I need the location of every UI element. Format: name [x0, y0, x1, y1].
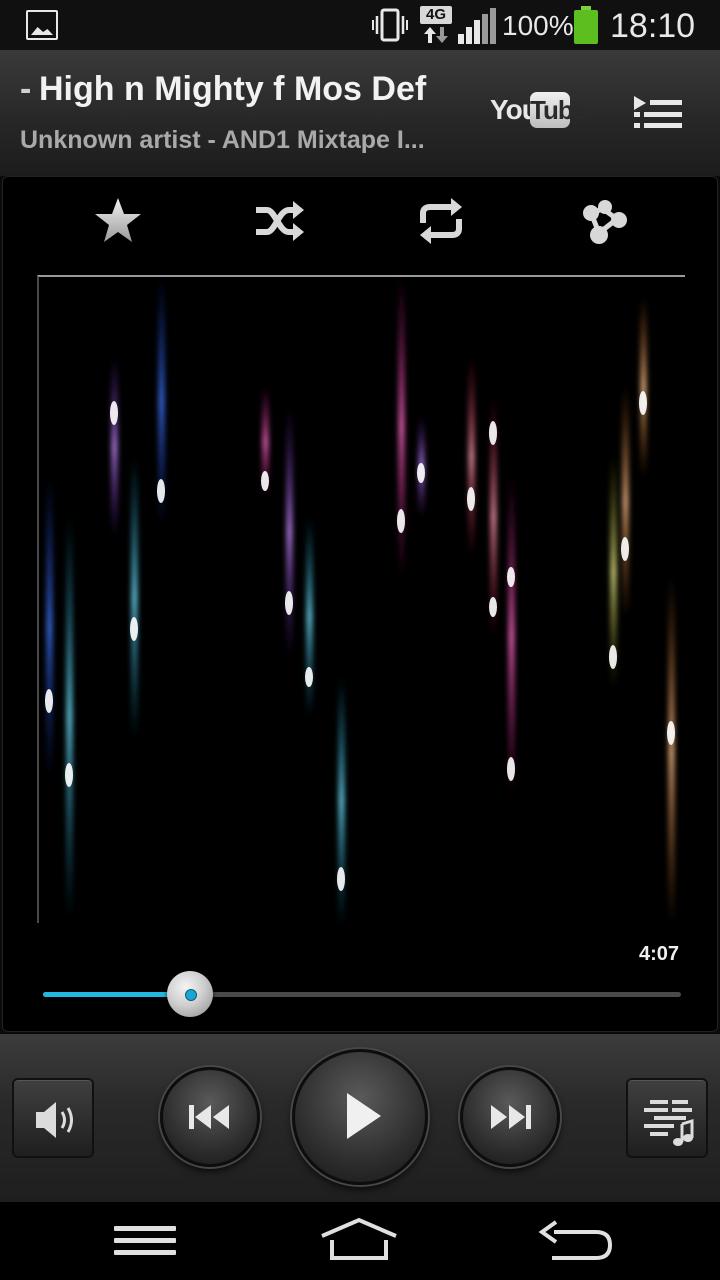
battery-icon: [574, 6, 598, 44]
visualizer[interactable]: [37, 275, 685, 923]
4g-data-icon: 4G: [420, 6, 452, 44]
player-controls-row: [3, 195, 717, 247]
play-icon: [347, 1093, 381, 1139]
vibrate-icon: [372, 8, 408, 42]
status-bar: 4G 100% 18:10: [0, 0, 720, 50]
player-panel: 4:07: [2, 176, 718, 1032]
previous-icon: [189, 1105, 229, 1129]
menu-icon[interactable]: [100, 1214, 190, 1268]
star-icon[interactable]: [92, 195, 144, 247]
visualizer-streaks: [45, 277, 675, 923]
playlist-icon[interactable]: [632, 92, 684, 136]
battery-percent: 100%: [502, 10, 574, 41]
equalizer-button[interactable]: [626, 1078, 708, 1158]
play-button[interactable]: [292, 1049, 428, 1185]
seek-thumb[interactable]: [166, 971, 213, 1017]
clock: 18:10: [610, 7, 696, 45]
next-icon: [491, 1105, 531, 1129]
volume-icon: [36, 1102, 73, 1138]
next-button[interactable]: [460, 1067, 560, 1167]
song-subtitle: Unknown artist - AND1 Mixtape I...: [20, 126, 425, 154]
gallery-notification-icon: [26, 10, 58, 40]
seek-bar[interactable]: [43, 971, 681, 1017]
repeat-icon[interactable]: [415, 195, 467, 247]
equalizer-icon: [644, 1100, 694, 1146]
navigation-bar: [0, 1202, 720, 1280]
track-duration: 4:07: [638, 943, 679, 965]
youtube-logo-tube: Tube: [530, 92, 587, 128]
shuffle-icon[interactable]: [253, 195, 305, 247]
song-title: High n Mighty f Mos Def: [39, 70, 427, 108]
title-prefix: -: [20, 70, 32, 108]
song-title-marquee[interactable]: - High n Mighty f Mos Def: [20, 68, 440, 116]
signal-icon: [458, 8, 496, 44]
volume-button[interactable]: [12, 1078, 94, 1158]
share-icon[interactable]: [577, 195, 629, 247]
now-playing-header: - High n Mighty f Mos Def Unknown artist…: [0, 50, 720, 176]
youtube-button[interactable]: You Tube: [490, 92, 587, 132]
previous-button[interactable]: [160, 1067, 260, 1167]
network-type-label: 4G: [420, 6, 452, 24]
transport-bar: [0, 1034, 720, 1202]
back-icon[interactable]: [530, 1214, 620, 1268]
home-icon[interactable]: [314, 1214, 404, 1268]
